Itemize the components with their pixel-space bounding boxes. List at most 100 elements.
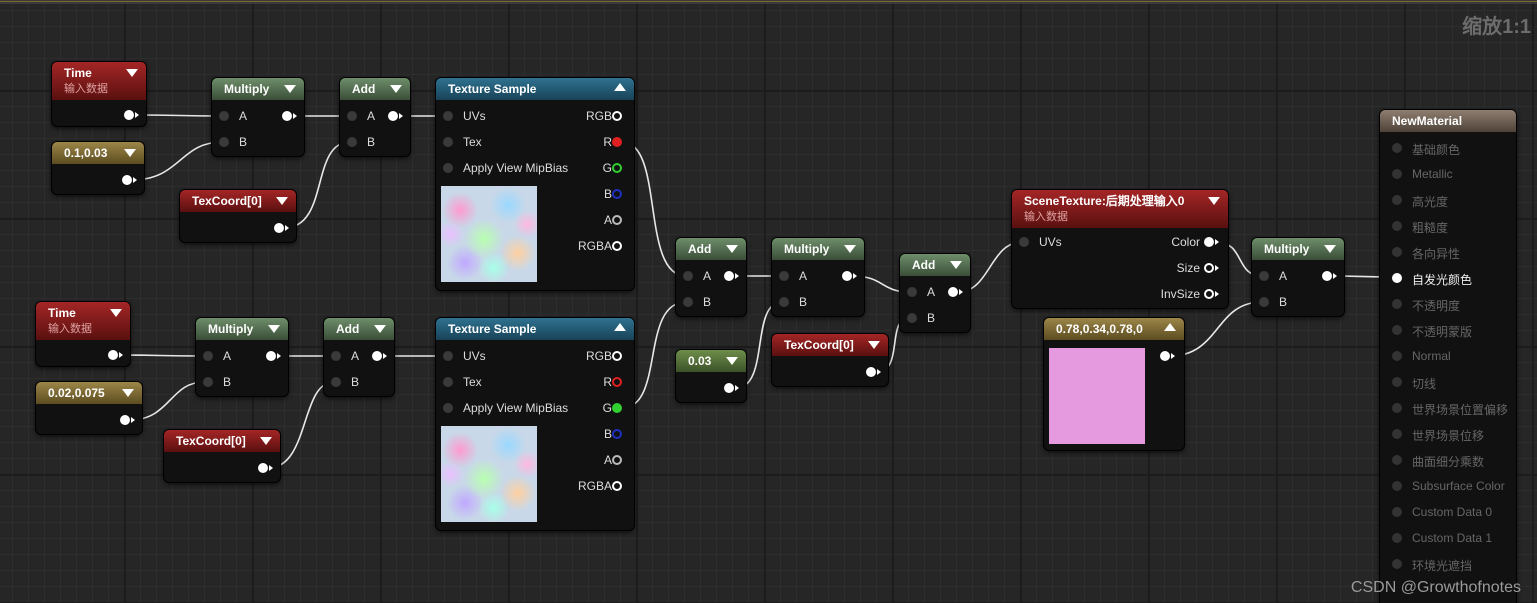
constant-node[interactable]: 0.03 bbox=[676, 350, 746, 402]
collapse-icon[interactable] bbox=[110, 309, 122, 317]
output-pin-a[interactable] bbox=[612, 215, 622, 225]
add-node[interactable]: Add A B bbox=[340, 78, 410, 156]
output-pin[interactable] bbox=[948, 287, 958, 297]
input-pin-tex[interactable] bbox=[443, 377, 453, 387]
input-pin-b[interactable] bbox=[907, 313, 917, 323]
output-pin-color[interactable] bbox=[1204, 237, 1214, 247]
output-pin-r[interactable] bbox=[612, 377, 622, 387]
time-node[interactable]: Time 输入数据 bbox=[36, 302, 130, 366]
pin-label: B bbox=[1279, 295, 1288, 309]
texture-sample-node[interactable]: Texture Sample UVs Tex Apply View MipBia… bbox=[436, 318, 634, 530]
input-pin-b[interactable] bbox=[203, 377, 213, 387]
output-pin-invsize[interactable] bbox=[1204, 289, 1214, 299]
multiply-node[interactable]: Multiply A B bbox=[196, 318, 288, 396]
add-node[interactable]: Add A B bbox=[676, 238, 746, 316]
collapse-icon[interactable] bbox=[1208, 197, 1220, 205]
collapse-icon[interactable] bbox=[268, 325, 280, 333]
output-pin[interactable] bbox=[724, 271, 734, 281]
input-pin-a[interactable] bbox=[683, 271, 693, 281]
output-pin-g[interactable] bbox=[612, 163, 622, 173]
output-pin[interactable] bbox=[282, 111, 292, 121]
input-pin-uvs[interactable] bbox=[1019, 237, 1029, 247]
input-pin-a[interactable] bbox=[347, 111, 357, 121]
pin-label: UVs bbox=[463, 109, 486, 123]
output-pin[interactable] bbox=[866, 367, 876, 377]
collapse-icon[interactable] bbox=[844, 245, 856, 253]
output-pin[interactable] bbox=[266, 351, 276, 361]
input-pin-uvs[interactable] bbox=[443, 111, 453, 121]
collapse-icon[interactable] bbox=[390, 85, 402, 93]
collapse-icon[interactable] bbox=[614, 83, 626, 91]
texcoord-node[interactable]: TexCoord[0] bbox=[180, 190, 296, 242]
output-pin-rgb[interactable] bbox=[612, 351, 622, 361]
output-pin-b[interactable] bbox=[612, 189, 622, 199]
output-pin[interactable] bbox=[108, 350, 118, 360]
multiply-node[interactable]: Multiply A B bbox=[1252, 238, 1344, 316]
collapse-icon[interactable] bbox=[126, 69, 138, 77]
input-pin-a[interactable] bbox=[907, 287, 917, 297]
texcoord-node[interactable]: TexCoord[0] bbox=[772, 334, 888, 386]
input-pin-tex[interactable] bbox=[443, 137, 453, 147]
collapse-icon[interactable] bbox=[284, 85, 296, 93]
input-pin-mipbias[interactable] bbox=[443, 163, 453, 173]
output-pin-rgba[interactable] bbox=[612, 481, 622, 491]
input-pin-a[interactable] bbox=[779, 271, 789, 281]
output-pin[interactable] bbox=[842, 271, 852, 281]
output-pin-size[interactable] bbox=[1204, 263, 1214, 273]
input-pin-a[interactable] bbox=[203, 351, 213, 361]
collapse-icon[interactable] bbox=[614, 323, 626, 331]
collapse-icon[interactable] bbox=[950, 261, 962, 269]
add-node[interactable]: Add A B bbox=[324, 318, 394, 396]
output-pin[interactable] bbox=[120, 415, 130, 425]
input-pin-b[interactable] bbox=[683, 297, 693, 307]
output-pin-a[interactable] bbox=[612, 455, 622, 465]
constant-node[interactable]: 0.02,0.075 bbox=[36, 382, 142, 434]
collapse-icon[interactable] bbox=[1324, 245, 1336, 253]
multiply-node[interactable]: Multiply A B bbox=[772, 238, 864, 316]
multiply-node[interactable]: Multiply A B bbox=[212, 78, 304, 156]
input-pin-b[interactable] bbox=[347, 137, 357, 147]
texture-sample-node[interactable]: Texture Sample UVs Tex Apply View MipBia… bbox=[436, 78, 634, 290]
collapse-icon[interactable] bbox=[124, 149, 136, 157]
input-pin-a[interactable] bbox=[219, 111, 229, 121]
input-pin-mipbias[interactable] bbox=[443, 403, 453, 413]
output-pin[interactable] bbox=[124, 110, 134, 120]
output-pin[interactable] bbox=[1322, 271, 1332, 281]
output-pin-b[interactable] bbox=[612, 429, 622, 439]
input-pin-a[interactable] bbox=[331, 351, 341, 361]
collapse-icon[interactable] bbox=[374, 325, 386, 333]
output-pin-rgb[interactable] bbox=[612, 111, 622, 121]
input-pin-b[interactable] bbox=[779, 297, 789, 307]
output-pin[interactable] bbox=[122, 175, 132, 185]
collapse-icon[interactable] bbox=[868, 341, 880, 349]
collapse-icon[interactable] bbox=[726, 357, 738, 365]
node-subtitle: 输入数据 bbox=[64, 83, 108, 95]
input-pin-b[interactable] bbox=[1259, 297, 1269, 307]
output-pin-g[interactable] bbox=[612, 403, 622, 413]
input-pin-b[interactable] bbox=[219, 137, 229, 147]
add-node[interactable]: Add A B bbox=[900, 254, 970, 332]
material-output-node[interactable]: NewMaterial 基础颜色 Metallic 高光度 粗糙度 各向异性 自… bbox=[1380, 110, 1516, 603]
texcoord-node[interactable]: TexCoord[0] bbox=[164, 430, 280, 482]
collapse-icon[interactable] bbox=[260, 437, 272, 445]
node-title: Multiply bbox=[208, 322, 254, 336]
input-pin-b[interactable] bbox=[331, 377, 341, 387]
color-constant-node[interactable]: 0.78,0.34,0.78,0 bbox=[1044, 318, 1184, 450]
collapse-icon[interactable] bbox=[276, 197, 288, 205]
output-pin[interactable] bbox=[1160, 351, 1170, 361]
output-pin-r[interactable] bbox=[612, 137, 622, 147]
output-pin-rgba[interactable] bbox=[612, 241, 622, 251]
scene-texture-node[interactable]: SceneTexture:后期处理输入0 输入数据 UVs Color Size … bbox=[1012, 190, 1228, 308]
output-pin[interactable] bbox=[258, 463, 268, 473]
collapse-icon[interactable] bbox=[1164, 323, 1176, 331]
constant-node[interactable]: 0.1,0.03 bbox=[52, 142, 144, 194]
input-pin-a[interactable] bbox=[1259, 271, 1269, 281]
time-node[interactable]: Time 输入数据 bbox=[52, 62, 146, 126]
input-pin-uvs[interactable] bbox=[443, 351, 453, 361]
collapse-icon[interactable] bbox=[122, 389, 134, 397]
output-pin[interactable] bbox=[388, 111, 398, 121]
output-pin[interactable] bbox=[274, 223, 284, 233]
collapse-icon[interactable] bbox=[726, 245, 738, 253]
output-pin[interactable] bbox=[372, 351, 382, 361]
output-pin[interactable] bbox=[724, 383, 734, 393]
